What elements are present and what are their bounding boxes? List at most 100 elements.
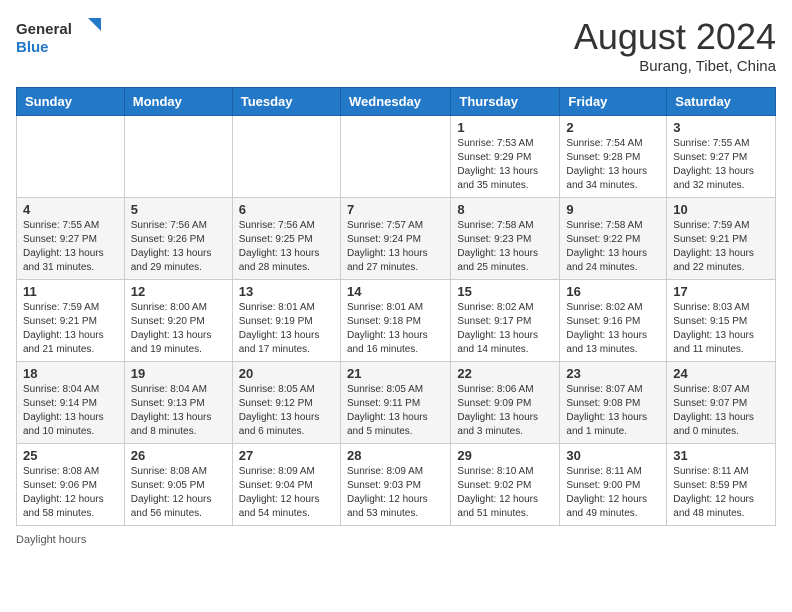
day-info: Sunrise: 8:09 AM Sunset: 9:03 PM Dayligh…: [347, 465, 444, 521]
day-number: 19: [131, 366, 226, 381]
calendar-cell: 13Sunrise: 8:01 AM Sunset: 9:19 PM Dayli…: [232, 280, 340, 362]
calendar-cell: 21 Sunrise: 8:05 AM Sunset: 9:11 PM Dayli…: [340, 362, 450, 444]
day-info: Sunrise: 8:08 AM Sunset: 9:05 PM Dayligh…: [131, 465, 226, 521]
day-number: 30: [566, 448, 660, 463]
day-info: Sunrise: 7:55 AM Sunset: 9:27 PM Dayligh…: [673, 137, 769, 193]
calendar-cell: 31 Sunrise: 8:11 AM Sunset: 8:59 PM Dayli…: [667, 444, 776, 526]
day-info: Sunrise: 7:59 AM Sunset: 9:21 PM Dayligh…: [23, 301, 118, 357]
calendar-cell: 30 Sunrise: 8:11 AM Sunset: 9:00 PM Dayli…: [560, 444, 667, 526]
calendar-cell: [232, 116, 340, 198]
day-info: Sunrise: 8:05 AM Sunset: 9:11 PM Dayligh…: [347, 383, 444, 439]
day-number: 18: [23, 366, 118, 381]
weekday-header-thursday: Thursday: [451, 88, 560, 116]
calendar-cell: 4 Sunrise: 7:55 AM Sunset: 9:27 PM Daylig…: [17, 198, 125, 280]
day-info: Sunrise: 8:04 AM Sunset: 9:13 PM Dayligh…: [131, 383, 226, 439]
day-number: 24: [673, 366, 769, 381]
calendar-cell: 18Sunrise: 8:04 AM Sunset: 9:14 PM Dayli…: [17, 362, 125, 444]
calendar-cell: [340, 116, 450, 198]
day-info: Sunrise: 8:07 AM Sunset: 9:07 PM Dayligh…: [673, 383, 769, 439]
daylight-hours-label: Daylight hours: [16, 534, 86, 546]
svg-text:Blue: Blue: [16, 39, 49, 56]
day-info: Sunrise: 7:56 AM Sunset: 9:26 PM Dayligh…: [131, 219, 226, 275]
day-number: 2: [566, 120, 660, 135]
day-number: 5: [131, 202, 226, 217]
weekday-header-saturday: Saturday: [667, 88, 776, 116]
calendar-cell: 1 Sunrise: 7:53 AM Sunset: 9:29 PM Daylig…: [451, 116, 560, 198]
calendar-cell: 7 Sunrise: 7:57 AM Sunset: 9:24 PM Daylig…: [340, 198, 450, 280]
calendar-cell: 5 Sunrise: 7:56 AM Sunset: 9:26 PM Daylig…: [124, 198, 232, 280]
day-info: Sunrise: 7:56 AM Sunset: 9:25 PM Dayligh…: [239, 219, 334, 275]
calendar-week-row: 4 Sunrise: 7:55 AM Sunset: 9:27 PM Daylig…: [17, 198, 776, 280]
day-number: 26: [131, 448, 226, 463]
day-info: Sunrise: 8:02 AM Sunset: 9:17 PM Dayligh…: [457, 301, 553, 357]
day-info: Sunrise: 8:07 AM Sunset: 9:08 PM Dayligh…: [566, 383, 660, 439]
calendar-cell: [17, 116, 125, 198]
day-number: 14: [347, 284, 444, 299]
day-info: Sunrise: 8:11 AM Sunset: 8:59 PM Dayligh…: [673, 465, 769, 521]
calendar-cell: 22Sunrise: 8:06 AM Sunset: 9:09 PM Dayli…: [451, 362, 560, 444]
calendar-cell: 20Sunrise: 8:05 AM Sunset: 9:12 PM Dayli…: [232, 362, 340, 444]
day-number: 6: [239, 202, 334, 217]
day-info: Sunrise: 7:58 AM Sunset: 9:22 PM Dayligh…: [566, 219, 660, 275]
weekday-header-sunday: Sunday: [17, 88, 125, 116]
calendar-cell: 23 Sunrise: 8:07 AM Sunset: 9:08 PM Dayli…: [560, 362, 667, 444]
logo: General Blue: [16, 16, 106, 58]
day-info: Sunrise: 8:11 AM Sunset: 9:00 PM Dayligh…: [566, 465, 660, 521]
month-year-title: August 2024: [574, 16, 776, 58]
calendar-cell: 28Sunrise: 8:09 AM Sunset: 9:03 PM Dayli…: [340, 444, 450, 526]
day-number: 7: [347, 202, 444, 217]
logo-svg: General Blue: [16, 16, 106, 58]
calendar-week-row: 1 Sunrise: 7:53 AM Sunset: 9:29 PM Daylig…: [17, 116, 776, 198]
calendar-cell: 16Sunrise: 8:02 AM Sunset: 9:16 PM Dayli…: [560, 280, 667, 362]
day-number: 21: [347, 366, 444, 381]
day-number: 27: [239, 448, 334, 463]
day-info: Sunrise: 8:00 AM Sunset: 9:20 PM Dayligh…: [131, 301, 226, 357]
calendar-week-row: 25 Sunrise: 8:08 AM Sunset: 9:06 PM Dayli…: [17, 444, 776, 526]
calendar-cell: 12 Sunrise: 8:00 AM Sunset: 9:20 PM Dayli…: [124, 280, 232, 362]
day-info: Sunrise: 8:09 AM Sunset: 9:04 PM Dayligh…: [239, 465, 334, 521]
weekday-header-friday: Friday: [560, 88, 667, 116]
calendar-cell: [124, 116, 232, 198]
day-number: 13: [239, 284, 334, 299]
weekday-header-wednesday: Wednesday: [340, 88, 450, 116]
day-number: 12: [131, 284, 226, 299]
svg-text:General: General: [16, 21, 72, 38]
day-number: 15: [457, 284, 553, 299]
day-info: Sunrise: 8:08 AM Sunset: 9:06 PM Dayligh…: [23, 465, 118, 521]
day-info: Sunrise: 7:53 AM Sunset: 9:29 PM Dayligh…: [457, 137, 553, 193]
day-number: 10: [673, 202, 769, 217]
calendar-cell: 26 Sunrise: 8:08 AM Sunset: 9:05 PM Dayli…: [124, 444, 232, 526]
day-info: Sunrise: 8:02 AM Sunset: 9:16 PM Dayligh…: [566, 301, 660, 357]
day-number: 3: [673, 120, 769, 135]
calendar-table: SundayMondayTuesdayWednesdayThursdayFrid…: [16, 87, 776, 526]
calendar-cell: 10 Sunrise: 7:59 AM Sunset: 9:21 PM Dayli…: [667, 198, 776, 280]
day-info: Sunrise: 7:57 AM Sunset: 9:24 PM Dayligh…: [347, 219, 444, 275]
calendar-cell: 29Sunrise: 8:10 AM Sunset: 9:02 PM Dayli…: [451, 444, 560, 526]
day-number: 20: [239, 366, 334, 381]
calendar-cell: 24 Sunrise: 8:07 AM Sunset: 9:07 PM Dayli…: [667, 362, 776, 444]
day-number: 1: [457, 120, 553, 135]
page-header: General Blue August 2024 Burang, Tibet, …: [16, 16, 776, 75]
day-number: 25: [23, 448, 118, 463]
weekday-header-tuesday: Tuesday: [232, 88, 340, 116]
calendar-cell: 15 Sunrise: 8:02 AM Sunset: 9:17 PM Dayli…: [451, 280, 560, 362]
calendar-cell: 11Sunrise: 7:59 AM Sunset: 9:21 PM Dayli…: [17, 280, 125, 362]
calendar-cell: 2 Sunrise: 7:54 AM Sunset: 9:28 PM Daylig…: [560, 116, 667, 198]
title-block: August 2024 Burang, Tibet, China: [574, 16, 776, 75]
calendar-cell: 6 Sunrise: 7:56 AM Sunset: 9:25 PM Daylig…: [232, 198, 340, 280]
day-info: Sunrise: 7:54 AM Sunset: 9:28 PM Dayligh…: [566, 137, 660, 193]
day-number: 31: [673, 448, 769, 463]
footer: Daylight hours: [16, 534, 776, 546]
day-number: 23: [566, 366, 660, 381]
day-info: Sunrise: 7:55 AM Sunset: 9:27 PM Dayligh…: [23, 219, 118, 275]
calendar-cell: 14Sunrise: 8:01 AM Sunset: 9:18 PM Dayli…: [340, 280, 450, 362]
calendar-header-row: SundayMondayTuesdayWednesdayThursdayFrid…: [17, 88, 776, 116]
day-info: Sunrise: 8:03 AM Sunset: 9:15 PM Dayligh…: [673, 301, 769, 357]
day-number: 4: [23, 202, 118, 217]
calendar-week-row: 18Sunrise: 8:04 AM Sunset: 9:14 PM Dayli…: [17, 362, 776, 444]
day-number: 17: [673, 284, 769, 299]
day-number: 29: [457, 448, 553, 463]
day-info: Sunrise: 7:59 AM Sunset: 9:21 PM Dayligh…: [673, 219, 769, 275]
calendar-cell: 25 Sunrise: 8:08 AM Sunset: 9:06 PM Dayli…: [17, 444, 125, 526]
calendar-cell: 17 Sunrise: 8:03 AM Sunset: 9:15 PM Dayli…: [667, 280, 776, 362]
